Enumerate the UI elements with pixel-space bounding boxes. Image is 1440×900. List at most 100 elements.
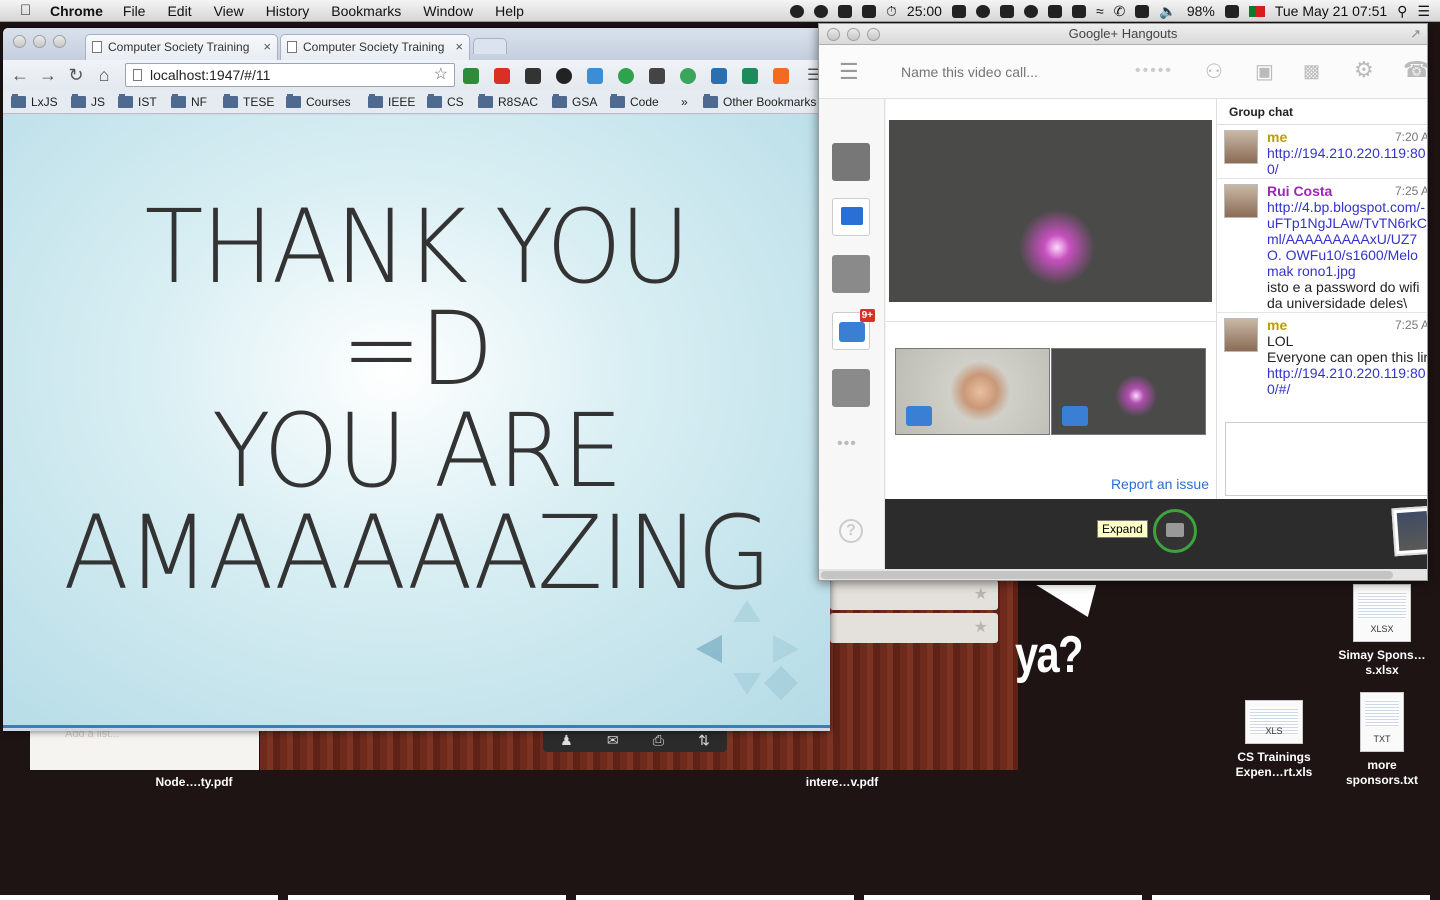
message-link[interactable]: http://194.210.220.119:80 0/ — [1267, 145, 1427, 177]
menu-window[interactable]: Window — [423, 3, 473, 19]
zoom-window-button[interactable] — [867, 28, 880, 41]
capture-button[interactable]: 9+ — [832, 309, 875, 350]
address-bar[interactable]: localhost:1947/#/11 ☆ — [125, 63, 455, 87]
bookmark-folder[interactable]: CS — [427, 94, 464, 109]
nav-down-arrow-icon[interactable] — [733, 673, 761, 695]
captured-photo-thumbnail[interactable] — [1391, 505, 1427, 557]
mute-mic-icon[interactable]: ⚇ — [1205, 59, 1223, 84]
chat-input[interactable] — [1225, 422, 1427, 496]
dropbox-icon[interactable] — [837, 4, 852, 18]
timer-label[interactable]: 25:00 — [907, 3, 942, 19]
other-bookmarks[interactable]: Other Bookmarks — [703, 94, 816, 109]
nav-up-arrow-icon[interactable] — [733, 600, 761, 622]
input-source-flag-icon[interactable] — [1248, 5, 1265, 17]
bookmark-folder[interactable]: R8SAC — [478, 94, 538, 109]
call-name-input[interactable] — [901, 61, 1111, 83]
minimize-window-button[interactable] — [33, 35, 46, 48]
bookmark-folder[interactable]: IEEE — [368, 94, 415, 109]
settings-gear-icon[interactable]: ⚙ — [1354, 57, 1374, 83]
participant-thumbnail-self[interactable] — [895, 348, 1050, 435]
menu-history[interactable]: History — [266, 3, 310, 19]
timer-icon[interactable]: ⏱ — [886, 3, 897, 20]
extension-icon[interactable] — [587, 68, 603, 84]
bubble-icon[interactable] — [813, 4, 828, 18]
close-window-button[interactable] — [13, 35, 26, 48]
fullscreen-icon[interactable]: ↗ — [1410, 24, 1421, 44]
clock[interactable]: Tue May 21 07:51 — [1275, 3, 1387, 19]
tab-2[interactable]: Computer Society Training × — [280, 34, 470, 60]
chat-button[interactable] — [832, 198, 870, 236]
report-issue-link[interactable]: Report an issue — [1111, 476, 1209, 492]
wifi-icon[interactable]: ≈ — [1096, 3, 1104, 19]
signal-icon[interactable] — [1047, 4, 1062, 18]
main-video-feed[interactable] — [889, 120, 1212, 302]
bookmark-folder[interactable]: NF — [171, 94, 207, 109]
battery-percent[interactable]: 98% — [1187, 3, 1215, 19]
invite-people-icon[interactable] — [832, 143, 870, 181]
volume-icon[interactable]: 🔈 — [1159, 3, 1176, 20]
camera-off-icon[interactable]: ▣ — [1255, 59, 1274, 84]
pocket-icon[interactable] — [649, 68, 665, 84]
bookmark-folder[interactable]: IST — [118, 94, 157, 109]
desktop-file-more-sponsors[interactable]: TXT more sponsors.txt — [1334, 692, 1430, 788]
bandwidth-icon[interactable]: ▩ — [1303, 61, 1320, 82]
camera-icon[interactable] — [1023, 4, 1038, 18]
nav-right-arrow-icon[interactable] — [773, 635, 799, 663]
desktop-file-simay[interactable]: XLSX Simay Spons…s.xlsx — [1330, 584, 1434, 678]
apple-menu-icon[interactable]:  — [20, 2, 36, 19]
screenshare-icon[interactable] — [832, 255, 870, 293]
participant-thumbnail-room[interactable] — [1051, 348, 1206, 435]
spotlight-search-icon[interactable]: ⚲ — [1397, 3, 1407, 20]
bookmark-folder[interactable]: GSA — [552, 94, 597, 109]
new-tab-button[interactable] — [473, 38, 507, 54]
menu-icon[interactable]: ☰ — [839, 59, 859, 85]
message-link[interactable]: http://4.bp.blogspot.com/-uFTp1NgJLAw/Tv… — [1267, 199, 1427, 279]
cloud-icon[interactable] — [975, 4, 990, 18]
evernote-icon[interactable] — [680, 68, 696, 84]
hang-up-icon[interactable]: ☎ — [1403, 57, 1427, 83]
bookmark-folder[interactable]: JS — [71, 94, 105, 109]
sync-icon[interactable] — [951, 4, 966, 18]
effects-icon[interactable] — [832, 369, 870, 407]
notification-center-icon[interactable]: ☰ — [1417, 3, 1430, 20]
close-tab-icon[interactable]: × — [263, 35, 271, 59]
desktop-file-intere-pdf[interactable]: intere…v.pdf — [790, 775, 894, 790]
desktop-file-node-pdf[interactable]: Node….ty.pdf — [140, 775, 248, 790]
bookmark-folder[interactable]: Courses — [286, 94, 351, 109]
bookmarks-overflow-button[interactable]: » — [681, 95, 688, 109]
extension-icon[interactable] — [556, 68, 572, 84]
extension-icon[interactable] — [618, 68, 634, 84]
close-window-button[interactable] — [827, 28, 840, 41]
nav-left-arrow-icon[interactable] — [696, 635, 722, 663]
notification-icon[interactable] — [1071, 4, 1086, 18]
bookmark-folder[interactable]: TESE — [223, 94, 274, 109]
minimize-window-button[interactable] — [847, 28, 860, 41]
menu-view[interactable]: View — [214, 3, 244, 19]
capture-photo-button[interactable] — [1153, 509, 1197, 553]
slide-overview-icon[interactable] — [764, 666, 798, 700]
bookmark-folder[interactable]: LxJS — [11, 94, 58, 109]
bookmark-folder[interactable]: Code — [610, 94, 659, 109]
menu-help[interactable]: Help — [495, 3, 524, 19]
app-menu[interactable]: Chrome — [50, 3, 103, 19]
back-icon[interactable]: ← — [9, 65, 31, 86]
battery-icon[interactable] — [1224, 4, 1239, 18]
phone-icon[interactable]: ✆ — [1114, 3, 1126, 20]
extension-icon[interactable] — [742, 68, 758, 84]
menu-file[interactable]: File — [123, 3, 146, 19]
help-icon[interactable]: ? — [839, 519, 863, 543]
bookmark-star-icon[interactable]: ☆ — [434, 64, 448, 86]
reload-icon[interactable]: ↻ — [65, 65, 87, 86]
extension-icon[interactable] — [463, 68, 479, 84]
close-tab-icon[interactable]: × — [455, 35, 463, 59]
tab-1[interactable]: Computer Society Training × — [85, 34, 278, 60]
gmail-icon[interactable] — [494, 68, 510, 84]
scrollbar-thumb[interactable] — [821, 571, 1393, 579]
message-link[interactable]: http://194.210.220.119:80 0/#/ — [1267, 365, 1427, 397]
headphones-icon[interactable] — [789, 4, 804, 18]
desktop-file-cs-trainings[interactable]: XLS CS Trainings Expen…rt.xls — [1222, 700, 1326, 780]
more-apps-icon[interactable]: ••• — [837, 435, 857, 453]
extension-icon[interactable] — [525, 68, 541, 84]
menu-bookmarks[interactable]: Bookmarks — [331, 3, 401, 19]
clipboard-icon[interactable] — [999, 4, 1014, 18]
